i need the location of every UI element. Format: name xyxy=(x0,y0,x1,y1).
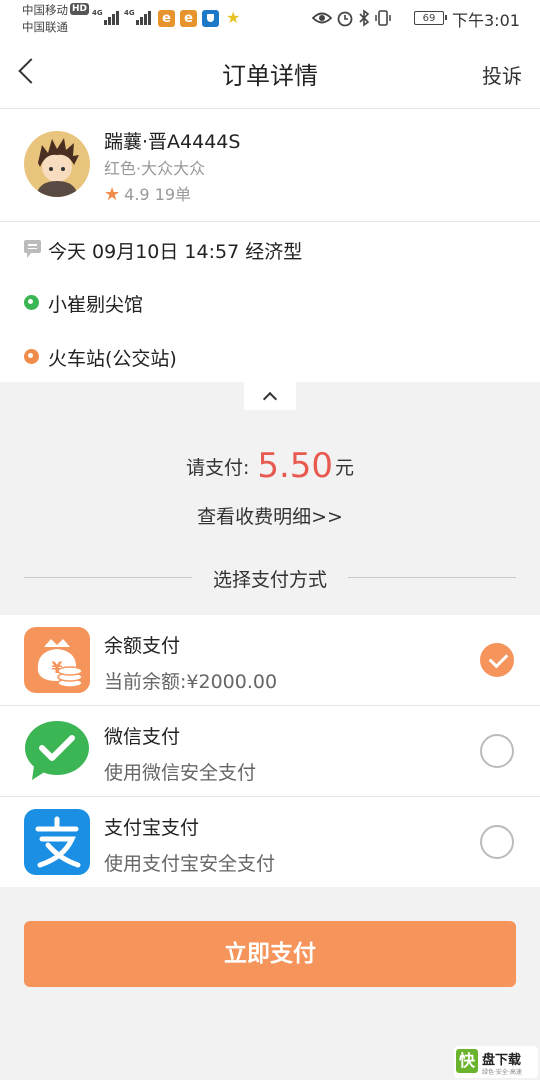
pay-amount: 5.50 xyxy=(257,446,334,486)
signal-icon-2: 4G xyxy=(124,8,154,28)
method-subtitle: 当前余额:¥2000.00 xyxy=(104,671,278,693)
method-subtitle: 使用支付宝安全支付 xyxy=(104,853,276,875)
carrier-1: 中国移动 xyxy=(22,3,68,17)
watermark-logo-icon: 快 xyxy=(456,1049,478,1073)
trip-info: 今天 09月10日 14:57 经济型 小崔剔尖馆 火车站(公交站) xyxy=(0,222,540,382)
payment-amount-line: 请支付: 5.50 元 xyxy=(0,446,540,486)
alarm-icon xyxy=(337,11,353,27)
battery-icon: 69 xyxy=(414,11,447,25)
driver-avatar[interactable] xyxy=(24,131,90,197)
money-bag-icon: ¥ xyxy=(24,627,90,693)
divider-right xyxy=(348,577,516,578)
trip-start: 小崔剔尖馆 xyxy=(48,294,144,316)
signal-icon-1: 4G xyxy=(92,8,122,28)
trip-end: 火车站(公交站) xyxy=(48,348,177,370)
method-name: 支付宝支付 xyxy=(104,817,200,839)
wechat-pay-icon xyxy=(24,718,90,784)
radio-unchecked-icon[interactable] xyxy=(480,734,514,768)
order-count: 19单 xyxy=(154,185,192,204)
driver-name-plate: 踹蘘·晋A4444S xyxy=(104,131,241,153)
fee-detail-link[interactable]: 查看收费明细>> xyxy=(0,502,540,529)
payment-method-balance[interactable]: ¥ 余额支付 当前余额:¥2000.00 xyxy=(0,615,540,706)
watermark-subtitle: 绿色·安全·高速 xyxy=(482,1069,522,1076)
method-name: 余额支付 xyxy=(104,635,181,657)
page-title: 订单详情 xyxy=(222,62,318,90)
app-notification-icon: e xyxy=(158,10,175,27)
nav-bar: 订单详情 投诉 xyxy=(0,36,540,109)
method-subtitle: 使用微信安全支付 xyxy=(104,762,257,784)
radio-checked-icon[interactable] xyxy=(480,643,514,677)
star-icon: ★ xyxy=(104,184,121,205)
vibrate-icon xyxy=(375,10,391,26)
driver-card: 踹蘘·晋A4444S 红色·大众大众 ★ 4.9 19单 xyxy=(0,109,540,222)
payment-methods-list: ¥ 余额支付 当前余额:¥2000.00 微信支付 使用微信安全支付 支付宝支付… xyxy=(0,615,540,887)
status-time: 下午3:01 xyxy=(452,11,520,30)
choose-payment-label: 选择支付方式 xyxy=(212,569,327,591)
shield-app-icon xyxy=(202,10,219,27)
watermark-title: 盘下载 xyxy=(482,1053,522,1068)
payment-method-wechat[interactable]: 微信支付 使用微信安全支付 xyxy=(0,706,540,797)
collapse-chevron-up-icon[interactable] xyxy=(244,382,296,410)
radio-unchecked-icon[interactable] xyxy=(480,825,514,859)
rating-value: 4.9 xyxy=(124,185,150,204)
watermark-logo: 快 盘下载 绿色·安全·高速 xyxy=(454,1046,538,1078)
driver-rating: ★ 4.9 19单 xyxy=(104,181,191,205)
pay-now-button[interactable]: 立即支付 xyxy=(24,921,516,987)
message-icon xyxy=(24,240,41,258)
app-notification-icon: e xyxy=(180,10,197,27)
carrier-2: 中国联通 xyxy=(22,20,68,34)
method-name: 微信支付 xyxy=(104,726,181,748)
driver-car: 红色·大众大众 xyxy=(104,159,206,178)
hd-badge: HD xyxy=(70,3,90,15)
eye-icon xyxy=(312,12,332,24)
start-point-icon xyxy=(24,295,39,310)
complain-button[interactable]: 投诉 xyxy=(482,60,522,89)
trip-time: 今天 09月10日 14:57 经济型 xyxy=(48,241,303,263)
alipay-icon xyxy=(24,809,90,875)
bluetooth-icon xyxy=(359,9,370,27)
status-bar: 中国移动 中国联通 HD 4G 4G e e ★ 69 下午3:01 xyxy=(0,0,540,36)
star-app-icon: ★ xyxy=(226,8,241,27)
pay-unit: 元 xyxy=(335,457,355,479)
payment-method-alipay[interactable]: 支付宝支付 使用支付宝安全支付 xyxy=(0,797,540,887)
pay-prompt: 请支付: xyxy=(185,457,250,479)
end-point-icon xyxy=(24,349,39,364)
